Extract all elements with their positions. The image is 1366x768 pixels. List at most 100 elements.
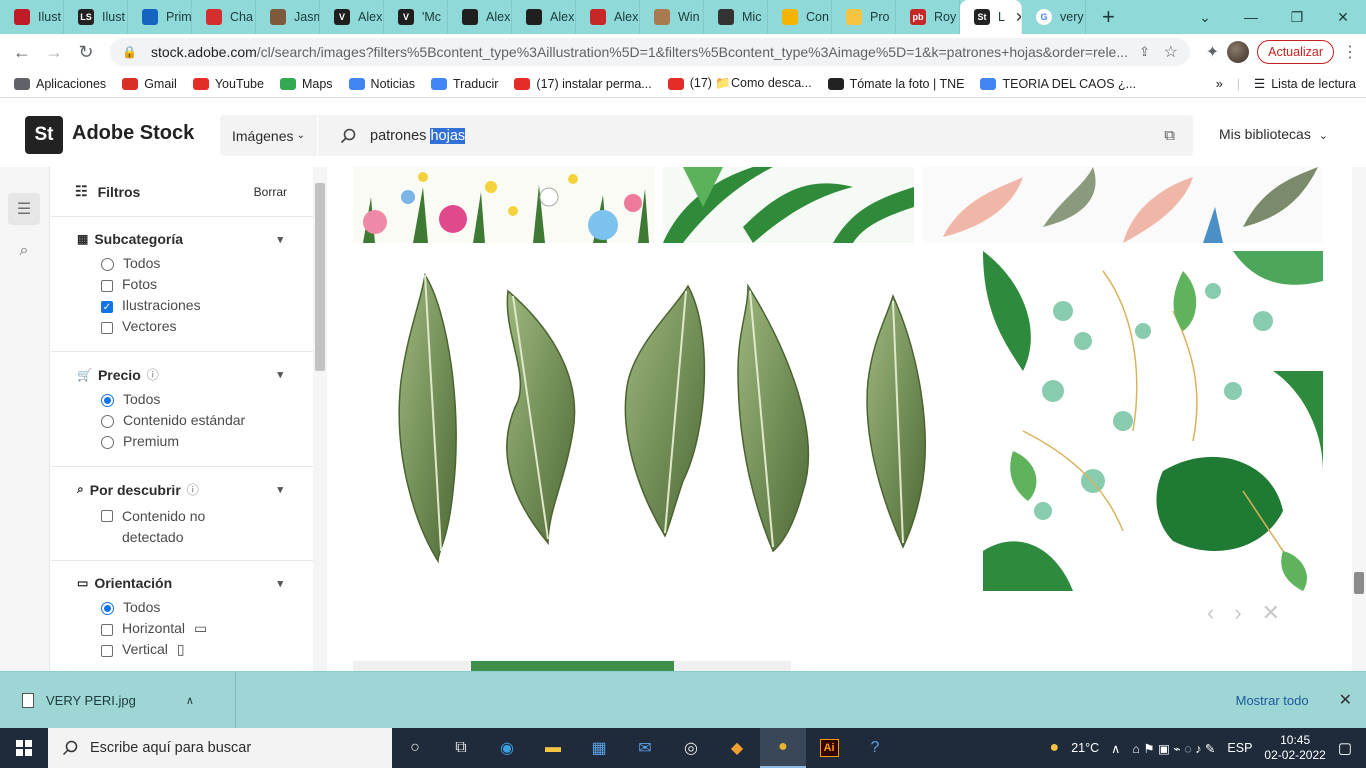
vpn-icon[interactable]: ◆ (714, 728, 760, 768)
show-all-downloads-link[interactable]: Mostrar todo (1236, 693, 1309, 708)
cortana-icon[interactable]: ○ (392, 728, 438, 768)
browser-tab[interactable]: Jasm (256, 0, 320, 34)
back-button[interactable]: ← (6, 42, 38, 63)
close-icon[interactable]: ✕ (1262, 600, 1280, 626)
bookmark-item[interactable]: (17) instalar perma... (506, 76, 659, 91)
subcategory-header[interactable]: ▦ Subcategoría ▾ (77, 231, 283, 247)
browser-tab[interactable]: V 'Mc (384, 0, 448, 34)
bookmark-item[interactable]: Gmail (114, 76, 185, 91)
search-input[interactable]: patrones hojas (340, 127, 466, 144)
bookmark-item[interactable]: Noticias (341, 76, 423, 91)
filters-toggle-icon[interactable]: ☰ (8, 193, 40, 225)
update-button[interactable]: Actualizar (1257, 40, 1334, 64)
subcategory-option-photos[interactable]: Fotos (101, 276, 283, 297)
address-bar[interactable]: 🔒 stock.adobe.com/cl/search/images?filte… (110, 38, 1190, 66)
chevron-up-icon[interactable]: ∧ (186, 694, 194, 707)
previous-icon[interactable]: ‹ (1207, 600, 1214, 626)
more-bookmarks-icon[interactable]: » (1216, 77, 1223, 91)
tray-icons[interactable]: ⌂ ⚑ ▣ ⌁ ◌ ♪ ✎ (1132, 741, 1215, 756)
weather-temp[interactable]: 21°C (1071, 741, 1099, 755)
file-explorer-icon[interactable]: ▬ (530, 728, 576, 768)
price-header[interactable]: 🛒 Precio ⓘ ▾ (77, 366, 283, 383)
reading-list-button[interactable]: ☰ Lista de lectura (1254, 76, 1356, 92)
mail-icon[interactable]: ✉ (622, 728, 668, 768)
download-item[interactable]: VERY PERI.jpg ∧ (0, 671, 236, 729)
browser-tab[interactable]: Alex (512, 0, 576, 34)
browser-tab[interactable]: Pro (832, 0, 896, 34)
browser-tab[interactable]: Prim (128, 0, 192, 34)
result-image-wildflowers[interactable] (353, 167, 655, 243)
profile-avatar[interactable] (1227, 41, 1250, 63)
clear-filters-button[interactable]: Borrar (254, 185, 287, 199)
result-image-partial-bottom[interactable] (353, 661, 791, 671)
tab-adobe-stock-active[interactable]: St L ✕ (960, 0, 1022, 34)
orientation-header[interactable]: ▭ Orientación ▾ (77, 575, 283, 591)
result-image-pastel-leaves[interactable] (923, 167, 1323, 243)
browser-tab[interactable]: Alex (448, 0, 512, 34)
task-view-icon[interactable]: ⧉ (438, 728, 484, 768)
bookmark-star-icon[interactable]: ☆ (1164, 42, 1178, 62)
visual-search-icon[interactable]: ⧉ (1164, 127, 1175, 144)
browser-tab[interactable]: Con (768, 0, 832, 34)
orientation-option-vertical[interactable]: Vertical ▯ (101, 641, 283, 662)
adobe-stock-logo[interactable]: St (25, 116, 63, 154)
libraries-menu[interactable]: Mis bibliotecas ⌄ (1219, 126, 1328, 142)
discover-header[interactable]: ⌕ Por descubrir ⓘ ▾ (77, 481, 283, 498)
browser-tab[interactable]: LS Ilust (64, 0, 128, 34)
restore-button[interactable]: ❐ (1274, 9, 1320, 26)
chrome-icon[interactable]: ● (760, 728, 806, 768)
subcategory-option-vectors[interactable]: Vectores (101, 318, 283, 339)
illustrator-icon[interactable]: Ai (806, 728, 852, 768)
tab-search-chevron-icon[interactable]: ⌄ (1182, 9, 1228, 26)
info-icon[interactable]: ⓘ (147, 366, 159, 383)
taskbar-search-box[interactable]: Escribe aquí para buscar (48, 728, 392, 768)
close-window-button[interactable]: ✕ (1320, 9, 1366, 26)
close-tab-icon[interactable]: ✕ (1015, 9, 1021, 26)
info-icon[interactable]: ⓘ (187, 481, 199, 498)
orientation-option-all[interactable]: Todos (101, 599, 283, 620)
result-image-watercolor-leaves[interactable] (353, 251, 976, 591)
store-icon[interactable]: ▦ (576, 728, 622, 768)
browser-tab[interactable]: Win (640, 0, 704, 34)
price-option-premium[interactable]: Premium (101, 433, 283, 454)
browser-tab[interactable]: V Alex (320, 0, 384, 34)
chevron-up-icon[interactable]: ∧ (1111, 741, 1120, 756)
reload-button[interactable]: ↻ (70, 42, 102, 63)
next-icon[interactable]: › (1234, 600, 1241, 626)
browser-tab[interactable]: Cha (192, 0, 256, 34)
tab-very[interactable]: G very (1022, 0, 1086, 34)
bookmark-item[interactable]: (17) 📁Como desca... (660, 76, 820, 91)
result-image-tropical-leaves[interactable] (663, 167, 914, 243)
notifications-icon[interactable]: ▢ (1338, 739, 1352, 757)
bookmark-item[interactable]: Tómate la foto | TNE (820, 76, 973, 91)
browser-tab[interactable]: Mic (704, 0, 768, 34)
start-button[interactable] (0, 728, 48, 768)
bookmark-item[interactable]: TEORIA DEL CAOS ¿... (972, 76, 1144, 91)
browser-tab[interactable]: pb Roy (896, 0, 960, 34)
search-type-dropdown[interactable]: Imágenes ⌄ (220, 115, 318, 156)
language-indicator[interactable]: ESP (1227, 741, 1252, 755)
orientation-option-horizontal[interactable]: Horizontal ▭ (101, 620, 283, 641)
share-icon[interactable]: ⇪ (1139, 44, 1150, 60)
edge-icon[interactable]: ◉ (484, 728, 530, 768)
adobe-stock-wordmark[interactable]: Adobe Stock (72, 122, 194, 145)
similar-search-icon[interactable]: ⌕ (8, 235, 40, 267)
close-downloads-icon[interactable]: ✕ (1339, 690, 1352, 710)
bookmark-item[interactable]: YouTube (185, 76, 272, 91)
help-icon[interactable]: ? (852, 728, 898, 768)
app-icon[interactable]: ◎ (668, 728, 714, 768)
minimize-button[interactable]: — (1228, 9, 1274, 25)
extensions-icon[interactable]: ✦ (1206, 42, 1219, 62)
result-image-monstera-eucalyptus[interactable] (983, 251, 1323, 591)
page-scrollbar[interactable] (1352, 167, 1366, 671)
bookmark-item[interactable]: Aplicaciones (6, 76, 114, 91)
subcategory-option-all[interactable]: Todos (101, 255, 283, 276)
bookmark-item[interactable]: Maps (272, 76, 341, 91)
price-option-standard[interactable]: Contenido estándar (101, 412, 283, 433)
browser-tab[interactable]: Ilust (0, 0, 64, 34)
discover-option-undiscovered[interactable]: Contenido no detectado (101, 506, 283, 548)
forward-button[interactable]: → (38, 42, 70, 63)
price-option-all[interactable]: Todos (101, 391, 283, 412)
filters-scrollbar[interactable] (313, 167, 327, 671)
bookmark-item[interactable]: Traducir (423, 76, 506, 91)
